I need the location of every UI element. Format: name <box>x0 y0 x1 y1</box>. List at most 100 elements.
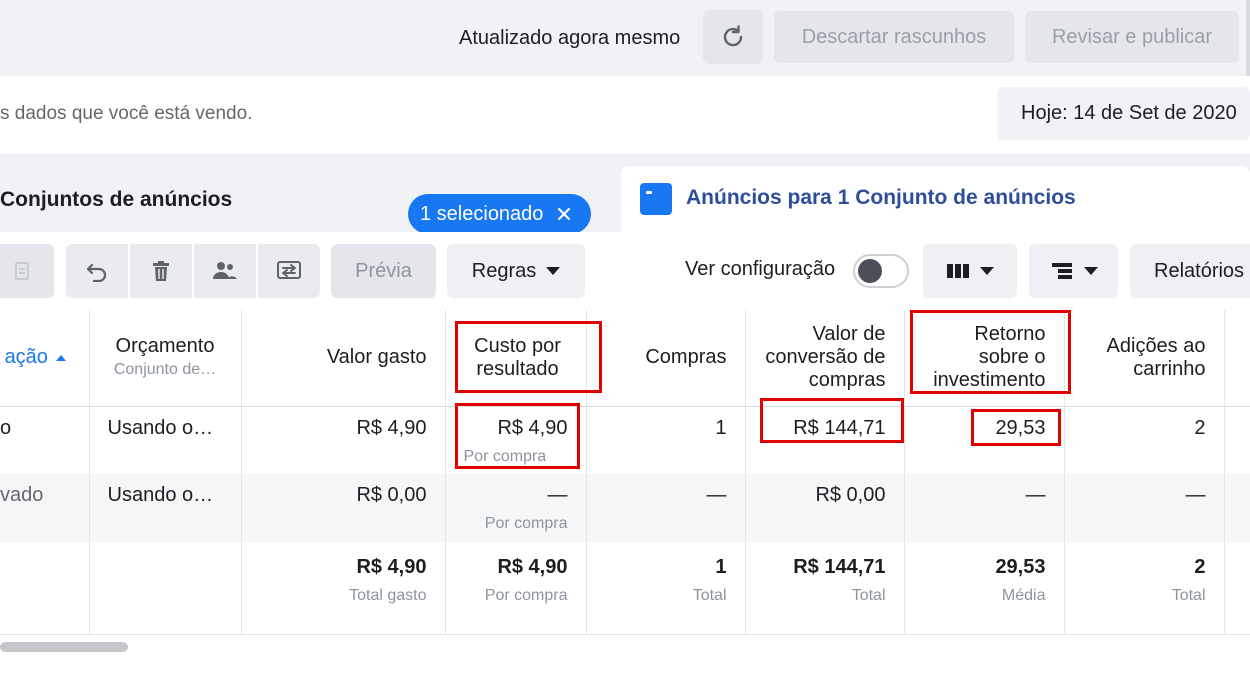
cell-value: — <box>547 484 568 506</box>
cell-value: R$ 4,90 <box>356 556 427 578</box>
chevron-down-icon <box>546 267 561 275</box>
highlight-box <box>455 321 602 393</box>
cell-sublabel: Por compra <box>484 587 568 604</box>
toggle-knob <box>858 259 882 283</box>
ads-icon <box>640 183 672 215</box>
cell-cost-per-result: — Por compra <box>445 474 587 542</box>
total-roas: 29,53 Média <box>904 542 1065 635</box>
horizontal-scrollbar[interactable] <box>0 642 128 652</box>
duplicate-button[interactable] <box>0 244 54 298</box>
cell-value: 29,53 <box>995 556 1046 578</box>
chevron-down-icon <box>980 267 994 275</box>
cell-add-to-cart: 2 <box>1064 406 1225 474</box>
cell-value: R$ 4,90 <box>497 556 568 578</box>
cell-extra <box>1224 542 1250 635</box>
cell-extra <box>1224 474 1250 542</box>
highlight-box <box>910 310 1071 394</box>
sort-up-icon <box>55 354 66 361</box>
cell-delivery: vado <box>0 474 90 542</box>
discard-drafts-button[interactable]: Descartar rascunhos <box>774 11 1014 63</box>
date-range-button[interactable]: Hoje: 14 de Set de 2020 <box>997 87 1250 140</box>
cell-spent: R$ 4,90 <box>241 406 446 474</box>
total-purchases: 1 Total <box>586 542 746 635</box>
rules-label: Regras <box>471 259 537 282</box>
reports-button[interactable]: Relatórios <box>1130 244 1250 298</box>
column-header-spent[interactable]: Valor gasto <box>241 310 446 407</box>
cell-spent: R$ 0,00 <box>241 474 446 542</box>
cell-purchases: — <box>586 474 746 542</box>
people-icon <box>213 262 237 279</box>
column-header-label: Orçamento <box>115 334 215 357</box>
highlight-box <box>455 403 580 469</box>
cell-add-to-cart: — <box>1064 474 1225 542</box>
compare-icon <box>277 261 301 279</box>
updated-status: Atualizado agora mesmo <box>459 27 681 49</box>
info-bar: s dados que você está vendo. Hoje: 14 de… <box>0 76 1250 154</box>
column-header-add-to-cart[interactable]: Adições ao carrinho <box>1064 310 1225 407</box>
table-total-row: R$ 4,90 Total gasto R$ 4,90 Por compra 1… <box>0 542 1250 635</box>
column-header-label: Adições ao carrinho <box>1106 334 1206 380</box>
column-header-budget[interactable]: Orçamento Conjunto de… <box>89 310 242 407</box>
cell-sublabel: Total gasto <box>349 587 427 604</box>
highlight-box <box>971 409 1061 446</box>
cell-extra <box>1224 406 1250 474</box>
tab-ads[interactable]: Anúncios para 1 Conjunto de anúncios <box>621 166 1250 232</box>
rules-dropdown[interactable]: Regras <box>447 244 585 298</box>
table-row[interactable]: o Usando o… R$ 4,90 R$ 4,90 Por compra 1… <box>0 406 1250 474</box>
compare-button[interactable] <box>258 244 320 298</box>
total-add-to-cart: 2 Total <box>1064 542 1225 635</box>
columns-dropdown[interactable] <box>923 244 1017 298</box>
cell-sublabel: Total <box>692 587 727 604</box>
undo-button[interactable] <box>66 244 128 298</box>
view-config-toggle[interactable] <box>853 254 909 288</box>
column-header-purchases[interactable]: Compras <box>586 310 746 407</box>
cell-value: 2 <box>1194 556 1206 578</box>
view-config-label: Ver configuração <box>685 258 836 280</box>
breakdown-icon <box>1051 263 1072 279</box>
column-header-label: Compras <box>645 346 727 369</box>
selected-filter-pill[interactable]: 1 selecionado <box>408 194 591 234</box>
refresh-button[interactable] <box>703 10 763 64</box>
table-row[interactable]: vado Usando o… R$ 0,00 — Por compra — R$… <box>0 474 1250 542</box>
undo-icon <box>86 263 107 282</box>
cell-value: 1 <box>715 556 727 578</box>
cell-sublabel: Total <box>1171 587 1206 604</box>
cell-purchases: 1 <box>586 406 746 474</box>
column-header-sublabel: Conjunto de… <box>113 360 217 378</box>
cell-roas: — <box>904 474 1065 542</box>
cell-delivery: o <box>0 406 90 474</box>
breakdown-dropdown[interactable] <box>1029 244 1118 298</box>
cell-empty <box>0 542 90 635</box>
cell-sublabel: Por compra <box>484 515 568 532</box>
column-header-label: Valor de conversão de compras <box>765 323 886 392</box>
close-icon[interactable] <box>557 207 571 221</box>
refresh-icon <box>723 25 743 47</box>
cell-sublabel: Média <box>1001 587 1046 604</box>
column-header-label: ação <box>4 346 48 369</box>
cell-empty <box>89 542 242 635</box>
column-header-delivery[interactable]: ação <box>0 310 90 407</box>
copy-icon <box>15 262 29 280</box>
selected-filter-label: 1 selecionado <box>420 202 544 225</box>
audience-button[interactable] <box>194 244 256 298</box>
tab-ad-sets[interactable]: Conjuntos de anúncios 1 selecionado <box>0 168 610 234</box>
tab-ads-label: Anúncios para 1 Conjunto de anúncios <box>686 186 1076 209</box>
scroll-edge <box>1246 0 1250 76</box>
cell-budget: Usando o… <box>89 406 242 474</box>
cell-sublabel: Total <box>851 587 886 604</box>
tab-strip: Conjuntos de anúncios 1 selecionado Anún… <box>0 154 1250 234</box>
cell-value: R$ 144,71 <box>793 556 886 578</box>
cell-conversion-value: R$ 0,00 <box>745 474 905 542</box>
total-spent: R$ 4,90 Total gasto <box>241 542 446 635</box>
preview-button[interactable]: Prévia <box>331 244 436 298</box>
column-header-conversion-value[interactable]: Valor de conversão de compras <box>745 310 905 407</box>
total-conversion-value: R$ 144,71 Total <box>745 542 905 635</box>
total-cost-per-result: R$ 4,90 Por compra <box>445 542 587 635</box>
delete-button[interactable] <box>130 244 192 298</box>
info-text: s dados que você está vendo. <box>0 103 253 124</box>
top-bar: Atualizado agora mesmo Descartar rascunh… <box>0 0 1250 76</box>
columns-icon <box>947 264 969 278</box>
cell-budget: Usando o… <box>89 474 242 542</box>
chevron-down-icon <box>1083 267 1098 275</box>
review-publish-button[interactable]: Revisar e publicar <box>1025 11 1239 63</box>
